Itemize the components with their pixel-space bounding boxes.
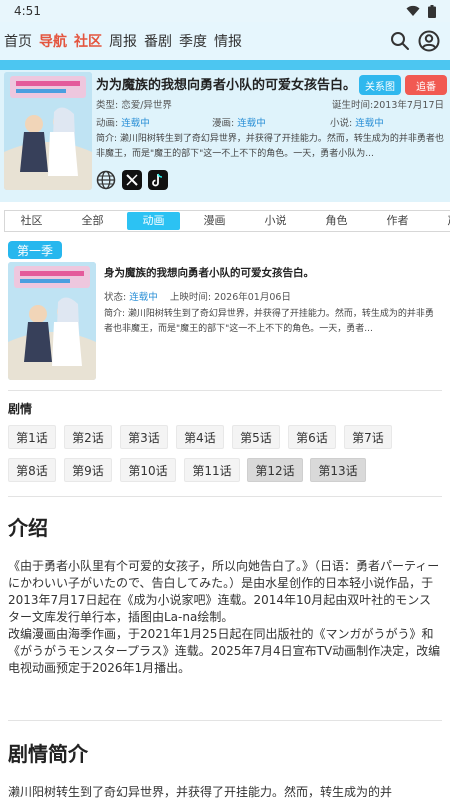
episode-button-10[interactable]: 第10话 <box>120 458 176 482</box>
user-account-icon[interactable] <box>418 30 440 52</box>
novel-status-value[interactable]: 连载中 <box>355 118 384 129</box>
search-icon[interactable] <box>390 31 410 51</box>
season-status-value: 连载中 <box>129 292 158 303</box>
nav-item-news[interactable]: 情报 <box>214 31 242 51</box>
episode-button-8[interactable]: 第8话 <box>8 458 56 482</box>
novel-status-row: 小说: 连载中 <box>330 118 384 129</box>
header-accent-bar <box>0 60 450 70</box>
season-status-row: 状态: 连载中 上映时间: 2026年01月06日 <box>104 292 291 303</box>
episode-button-11[interactable]: 第11话 <box>184 458 240 482</box>
social-links <box>96 170 168 190</box>
episode-button-6[interactable]: 第6话 <box>288 425 336 449</box>
status-time: 4:51 <box>14 4 41 18</box>
divider <box>8 720 442 721</box>
type-value: 恋爱/异世界 <box>121 100 172 111</box>
tab-voice-actors[interactable]: 声优 <box>432 212 450 230</box>
divider <box>8 390 442 391</box>
birth-value: 2013年7月17日 <box>373 100 445 111</box>
episode-button-5[interactable]: 第5话 <box>232 425 280 449</box>
status-bar: 4:51 <box>0 0 450 22</box>
season-title[interactable]: 身为魔族的我想向勇者小队的可爱女孩告白。 <box>104 265 314 280</box>
tab-manga[interactable]: 漫画 <box>188 212 241 230</box>
anime-status-value[interactable]: 连载中 <box>121 118 150 129</box>
manga-status-value[interactable]: 连载中 <box>237 118 266 129</box>
episode-button-9[interactable]: 第9话 <box>64 458 112 482</box>
nav-item-anime[interactable]: 番剧 <box>144 31 172 51</box>
plot-text: 濑川阳树转生到了奇幻异世界，并获得了开挂能力。然而，转生成为的并 <box>8 785 393 799</box>
tab-anime[interactable]: 动画 <box>127 212 180 230</box>
follow-button[interactable]: 追番 <box>405 75 447 95</box>
title-header-card: 为为魔族的我想向勇者小队的可爱女孩告白。 关系图 追番 类型: 恋爱/异世界 诞… <box>0 70 450 202</box>
nav-items: 首页 导航 社区 周报 番剧 季度 情报 <box>4 31 249 51</box>
website-globe-icon[interactable] <box>96 170 116 190</box>
anime-status-row: 动画: 连载中 <box>96 118 150 129</box>
season-synopsis: 简介: 濑川阳树转生到了奇幻异世界，并获得了开挂能力。然而，转生成为的并非勇者也… <box>104 309 434 334</box>
tab-author[interactable]: 作者 <box>371 212 424 230</box>
plot-heading: 剧情简介 <box>8 742 88 766</box>
tab-all[interactable]: 全部 <box>66 212 119 230</box>
cover-image[interactable] <box>4 72 92 190</box>
battery-icon <box>428 4 436 18</box>
episode-button-13[interactable]: 第13话 <box>310 458 366 482</box>
episode-button-12[interactable]: 第12话 <box>247 458 303 482</box>
season-cover-image[interactable] <box>8 262 96 380</box>
nav-item-community[interactable]: 社区 <box>74 31 102 51</box>
type-row: 类型: 恋爱/异世界 <box>96 100 172 111</box>
divider <box>8 496 442 497</box>
manga-status-row: 漫画: 连载中 <box>212 118 266 129</box>
episode-button-2[interactable]: 第2话 <box>64 425 112 449</box>
nav-item-weekly[interactable]: 周报 <box>109 31 137 51</box>
episode-button-4[interactable]: 第4话 <box>176 425 224 449</box>
header-title: 为为魔族的我想向勇者小队的可爱女孩告白。 <box>96 78 356 93</box>
tab-characters[interactable]: 角色 <box>310 212 363 230</box>
birth-row: 诞生时间:2013年7月17日 <box>332 100 445 111</box>
header-synopsis: 简介: 濑川阳树转生到了奇幻异世界，并获得了开挂能力。然而，转生成为的并非勇者也… <box>96 134 444 159</box>
episodes-label: 剧情 <box>8 402 33 416</box>
x-twitter-icon[interactable] <box>122 170 142 190</box>
intro-text: 《由于勇者小队里有个可爱的女孩子，所以向她告白了。》（日语：勇者パーティーにかわ… <box>8 559 441 675</box>
intro-heading: 介绍 <box>8 516 48 540</box>
tab-community[interactable]: 社区 <box>5 212 58 230</box>
season-release-date: 2026年01月06日 <box>214 292 291 303</box>
tab-novel[interactable]: 小说 <box>249 212 302 230</box>
season-badge[interactable]: 第一季 <box>8 241 62 259</box>
episode-button-1[interactable]: 第1话 <box>8 425 56 449</box>
episode-button-7[interactable]: 第7话 <box>344 425 392 449</box>
wifi-icon <box>406 5 420 16</box>
episode-button-3[interactable]: 第3话 <box>120 425 168 449</box>
top-nav: 首页 导航 社区 周报 番剧 季度 情报 <box>0 22 450 60</box>
relation-graph-button[interactable]: 关系图 <box>359 75 401 95</box>
nav-item-navigation[interactable]: 导航 <box>39 31 67 51</box>
category-tabs: 社区 全部 动画 漫画 小说 角色 作者 声优 <box>4 210 450 232</box>
tiktok-icon[interactable] <box>148 170 168 190</box>
nav-item-season[interactable]: 季度 <box>179 31 207 51</box>
nav-item-home[interactable]: 首页 <box>4 31 32 51</box>
